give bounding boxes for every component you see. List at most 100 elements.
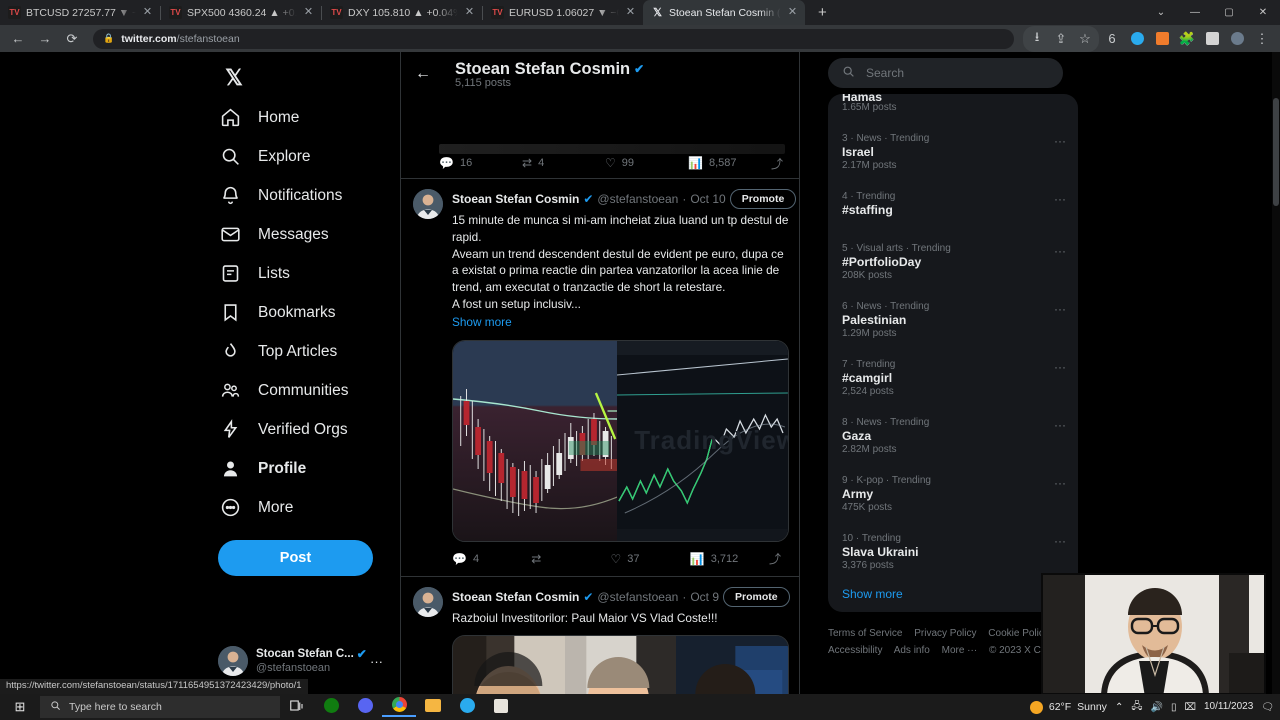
like-action[interactable]: ♡ 99 bbox=[605, 156, 688, 170]
tweet-author-handle[interactable]: @stefanstoean bbox=[597, 192, 678, 206]
share-icon[interactable]: ⇪ bbox=[1049, 27, 1073, 51]
trend-more-icon[interactable]: ··· bbox=[1054, 360, 1066, 374]
tab-close-icon[interactable]: ✕ bbox=[624, 6, 637, 19]
account-more-icon[interactable]: ··· bbox=[370, 654, 383, 669]
sidebar-item-lists[interactable]: Lists bbox=[218, 254, 400, 293]
sidebar-item-explore[interactable]: Explore bbox=[218, 137, 400, 176]
tab-close-icon[interactable]: ✕ bbox=[302, 6, 315, 19]
new-tab-button[interactable]: + bbox=[811, 4, 834, 21]
trend-item[interactable]: 3 · News · Trending Israel 2.17M posts ·… bbox=[828, 120, 1078, 178]
back-arrow-icon[interactable]: ← bbox=[415, 65, 435, 83]
tab-close-icon[interactable]: ✕ bbox=[141, 6, 154, 19]
tab-close-icon[interactable]: ✕ bbox=[786, 6, 799, 19]
more-link[interactable]: More ··· bbox=[942, 645, 978, 656]
chrome-menu-icon[interactable]: ⋮ bbox=[1250, 27, 1274, 51]
tweet-author-name[interactable]: Stoean Stefan Cosmin bbox=[452, 192, 579, 206]
profile-avatar-icon[interactable] bbox=[1225, 27, 1249, 51]
chrome-icon[interactable] bbox=[382, 697, 416, 717]
trend-item[interactable]: 5 · Visual arts · Trending #PortfolioDay… bbox=[828, 230, 1078, 288]
page-scrollbar[interactable] bbox=[1272, 52, 1280, 694]
tab-close-icon[interactable]: ✕ bbox=[463, 6, 476, 19]
x-logo-icon[interactable]: 𝕏 bbox=[214, 58, 254, 98]
window-menu-icon[interactable]: ⌄ bbox=[1144, 0, 1178, 25]
post-button[interactable]: Post bbox=[218, 540, 373, 576]
trend-more-icon[interactable]: ··· bbox=[1054, 244, 1066, 258]
telegram-extension-icon[interactable] bbox=[1125, 27, 1149, 51]
notification-icon[interactable]: 🗨 bbox=[1261, 702, 1274, 713]
trend-more-icon[interactable]: ··· bbox=[1054, 476, 1066, 490]
minimize-icon[interactable]: — bbox=[1178, 0, 1212, 25]
privacy-policy-link[interactable]: Privacy Policy bbox=[914, 628, 976, 639]
trend-more-icon[interactable]: ··· bbox=[1054, 302, 1066, 316]
avatar[interactable] bbox=[413, 189, 443, 219]
browser-tab[interactable]: TV SPX500 4360.24 ▲ +0.24% Unna ✕ bbox=[161, 0, 321, 25]
puzzle-extensions-icon[interactable]: 🧩 bbox=[1175, 27, 1199, 51]
xbox-icon[interactable] bbox=[314, 698, 348, 716]
download-icon[interactable]: ⭳ bbox=[1025, 27, 1049, 51]
sidebar-item-communities[interactable]: Communities bbox=[218, 371, 400, 410]
tweet[interactable]: Stoean Stefan Cosmin ✔ @stefanstoean · O… bbox=[401, 575, 799, 694]
promote-button[interactable]: Promote bbox=[723, 586, 790, 607]
scrollbar-thumb[interactable] bbox=[1273, 98, 1279, 206]
forward-icon[interactable]: → bbox=[33, 27, 57, 51]
repost-action[interactable]: ⇄ bbox=[531, 552, 610, 566]
tray-icon-volume[interactable]: 🔊 bbox=[1150, 702, 1162, 713]
bookmark-star-icon[interactable]: ☆ bbox=[1073, 27, 1097, 51]
tray-icon-misc[interactable]: ⌧ bbox=[1184, 702, 1196, 713]
discord-icon[interactable] bbox=[348, 698, 382, 716]
task-view-icon[interactable] bbox=[280, 699, 314, 715]
terms-of-service-link[interactable]: Terms of Service bbox=[828, 628, 902, 639]
reply-action[interactable]: 💬 4 bbox=[452, 552, 531, 566]
trend-item[interactable]: 10 · Trending Slava Ukraini 3,376 posts … bbox=[828, 520, 1078, 578]
trend-item[interactable]: 8 · News · Trending Gaza 2.82M posts ··· bbox=[828, 404, 1078, 462]
sidebar-item-top-articles[interactable]: Top Articles bbox=[218, 332, 400, 371]
close-window-icon[interactable]: ✕ bbox=[1246, 0, 1280, 25]
telegram-icon[interactable] bbox=[450, 698, 484, 716]
views-action[interactable]: 📊 8,587 bbox=[688, 156, 771, 170]
tweet-author-handle[interactable]: @stefanstoean bbox=[597, 590, 678, 604]
reply-action[interactable]: 💬 16 bbox=[439, 156, 522, 170]
sidebar-item-profile[interactable]: Profile bbox=[218, 449, 400, 488]
back-icon[interactable]: ← bbox=[6, 27, 30, 51]
trend-item[interactable]: Hamas 1.65M posts bbox=[828, 94, 1078, 120]
sidebar-item-home[interactable]: Home bbox=[218, 98, 400, 137]
orange-extension-icon[interactable] bbox=[1150, 27, 1174, 51]
browser-tab[interactable]: TV BTCUSD 27257.77 ▼ −0.49% Unn ✕ bbox=[0, 0, 160, 25]
tweet-media-chart[interactable]: TradingView bbox=[452, 339, 789, 542]
file-explorer-icon[interactable] bbox=[416, 699, 450, 715]
sidebar-item-more[interactable]: More bbox=[218, 488, 400, 527]
accessibility-link[interactable]: Accessibility bbox=[828, 645, 882, 656]
browser-tab-active[interactable]: 𝕏 Stoean Stefan Cosmin (@stefan ✕ bbox=[643, 0, 805, 25]
browser-tab[interactable]: TV EURUSD 1.06027 ▼ −0.02% Unn ✕ bbox=[483, 0, 643, 25]
reload-icon[interactable]: ⟳ bbox=[60, 27, 84, 51]
address-bar[interactable]: 🔒 twitter.com/stefanstoean bbox=[93, 28, 1014, 49]
trend-item[interactable]: 6 · News · Trending Palestinian 1.29M po… bbox=[828, 288, 1078, 346]
weather-widget[interactable]: 62°F Sunny bbox=[1029, 700, 1107, 714]
trend-more-icon[interactable]: ··· bbox=[1054, 134, 1066, 148]
avatar[interactable] bbox=[413, 586, 443, 617]
trend-more-icon[interactable]: ··· bbox=[1054, 418, 1066, 432]
start-button[interactable]: ⊞ bbox=[0, 699, 40, 715]
show-more-link[interactable]: Show more bbox=[452, 315, 512, 329]
trend-more-icon[interactable]: ··· bbox=[1054, 192, 1066, 206]
promote-button[interactable]: Promote bbox=[729, 189, 797, 209]
taskbar-clock[interactable]: 10/11/2023 bbox=[1204, 702, 1253, 712]
taskbar-search-input[interactable]: Type here to search bbox=[40, 696, 280, 718]
tray-chevron-icon[interactable]: ⌃ bbox=[1115, 702, 1123, 713]
sidebar-item-bookmarks[interactable]: Bookmarks bbox=[218, 293, 400, 332]
tray-icon-network[interactable]: 🖧 bbox=[1131, 699, 1142, 716]
like-action[interactable]: ♡ 37 bbox=[611, 552, 690, 566]
trend-more-icon[interactable]: ··· bbox=[1054, 534, 1066, 548]
trend-item[interactable]: 7 · Trending #camgirl 2,524 posts ··· bbox=[828, 346, 1078, 404]
tray-icon-battery[interactable]: ▯ bbox=[1171, 702, 1177, 713]
browser-tab[interactable]: TV DXY 105.810 ▲ +0.04% Unnam ✕ bbox=[322, 0, 482, 25]
ads-info-link[interactable]: Ads info bbox=[894, 645, 930, 656]
search-input[interactable]: Search bbox=[828, 58, 1063, 88]
sidepanel-icon[interactable] bbox=[1200, 27, 1224, 51]
account-switcher[interactable]: Stocan Stefan C... ✔ @stefanstoean ··· bbox=[218, 640, 383, 682]
trend-item[interactable]: 4 · Trending #staffing ··· bbox=[828, 178, 1078, 230]
sidebar-item-verified-orgs[interactable]: Verified Orgs bbox=[218, 410, 400, 449]
sidebar-item-notifications[interactable]: Notifications bbox=[218, 176, 400, 215]
tweet[interactable]: Stoean Stefan Cosmin ✔ @stefanstoean · O… bbox=[401, 178, 799, 576]
views-action[interactable]: 📊 3,712 bbox=[690, 552, 769, 566]
